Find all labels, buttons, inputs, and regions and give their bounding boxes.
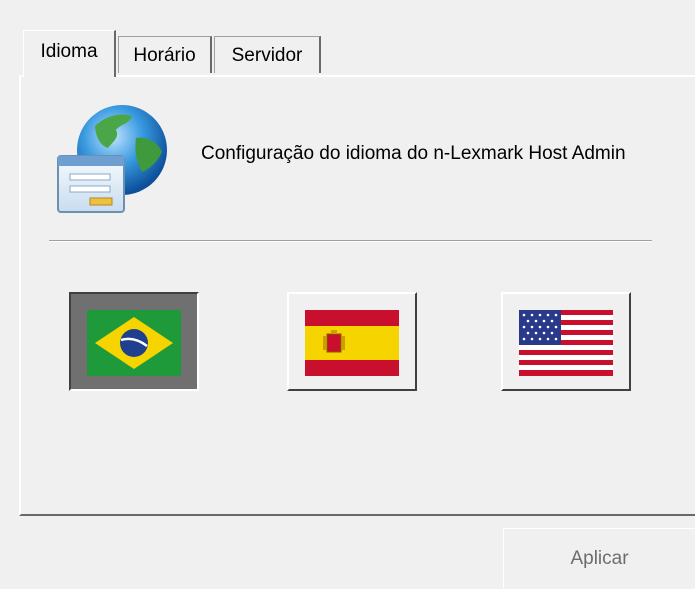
brazil-language-button[interactable]	[69, 292, 199, 391]
globe-window-icon	[50, 98, 170, 216]
apply-button[interactable]: Aplicar	[503, 528, 695, 588]
usa-language-button[interactable]	[501, 292, 631, 391]
tab-servidor[interactable]: Servidor	[214, 36, 321, 73]
tab-horario[interactable]: Horário	[118, 36, 212, 73]
usa-flag-icon	[519, 310, 613, 376]
language-config-description: Configuração do idioma do n-Lexmark Host…	[201, 143, 626, 164]
spain-language-button[interactable]	[287, 292, 417, 391]
tab-idioma[interactable]: Idioma	[23, 30, 116, 77]
brazil-flag-icon	[87, 310, 181, 376]
separator	[49, 240, 652, 242]
spain-flag-icon	[305, 310, 399, 376]
